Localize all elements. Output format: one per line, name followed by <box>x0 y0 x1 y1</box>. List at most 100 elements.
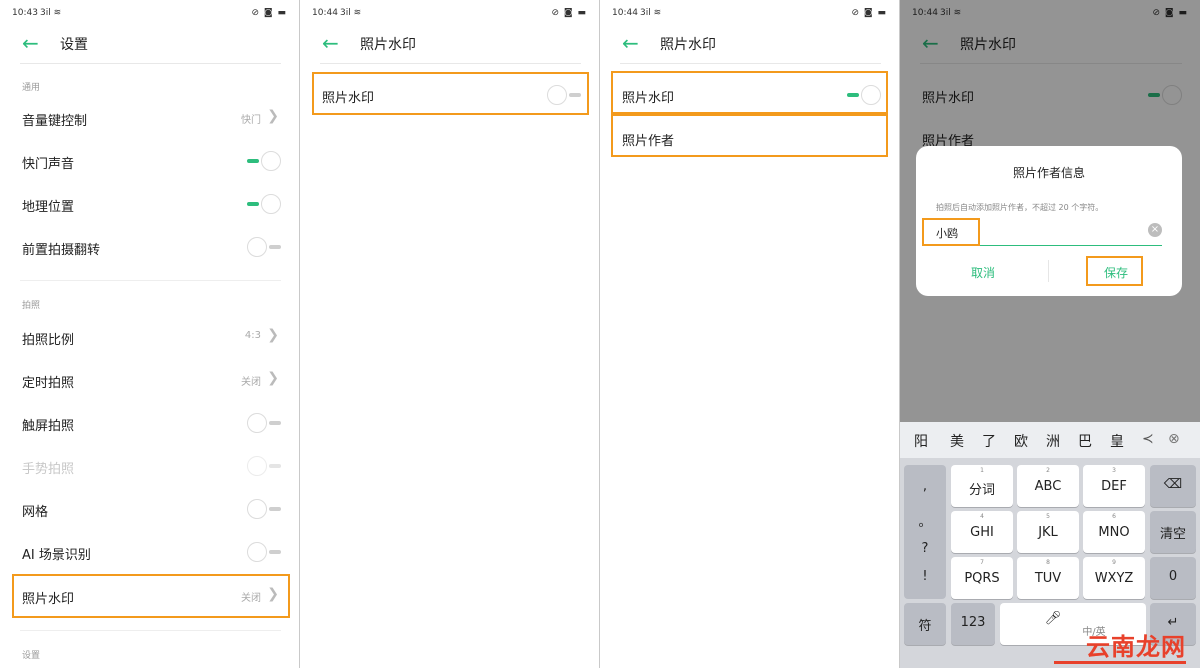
dialog-hint: 拍照后自动添加照片作者，不超过 20 个字符。 <box>936 203 1104 212</box>
key-label: JKL <box>1038 525 1058 540</box>
shutter-sound-toggle[interactable] <box>247 151 281 171</box>
row-label: 前置拍摄翻转 <box>22 243 101 258</box>
backspace-key[interactable]: ⌫ <box>1150 465 1196 507</box>
key-3[interactable]: 3 DEF <box>1083 465 1145 507</box>
row-label: 音量键控制 <box>22 114 88 129</box>
row-label: 网格 <box>22 505 49 520</box>
zero-key[interactable]: 0 <box>1150 557 1196 599</box>
highlight-box <box>922 218 980 246</box>
clear-key[interactable]: 清空 <box>1150 511 1196 553</box>
ai-scene-toggle[interactable] <box>247 542 281 562</box>
row-value: 关闭 <box>241 377 261 388</box>
close-keyboard-icon[interactable]: ⊗ <box>1168 431 1180 447</box>
key-label: 分词 <box>968 483 995 498</box>
key-9[interactable]: 9 WXYZ <box>1083 557 1145 599</box>
chevron-right-icon: ❯ <box>267 108 279 124</box>
key-number: 6 <box>1112 513 1116 520</box>
punct-key[interactable]: ? <box>904 541 946 556</box>
key-label: TUV <box>1034 571 1062 586</box>
clear-icon[interactable]: × <box>1148 223 1162 237</box>
row-label: 定时拍照 <box>22 376 75 391</box>
row-gesture-shot: 手势拍照 <box>0 446 299 486</box>
status-bar: 10:43 3il ≋ ⊘ ◙ ▬ <box>12 8 287 22</box>
page-title: 设置 <box>60 37 88 53</box>
punct-key[interactable]: , <box>904 479 946 494</box>
cancel-button[interactable]: 取消 <box>971 264 995 281</box>
signal-icon: 3il ≋ <box>340 8 362 18</box>
front-flip-toggle[interactable] <box>247 237 281 257</box>
row-grid: 网格 <box>0 489 299 529</box>
back-arrow-icon[interactable]: ← <box>22 32 39 54</box>
row-label: 手势拍照 <box>22 462 75 477</box>
key-4[interactable]: 4 GHI <box>951 511 1013 553</box>
header-divider <box>20 63 281 64</box>
key-label: MNO <box>1098 525 1130 540</box>
settings-screen: 10:43 3il ≋ ⊘ ◙ ▬ ← 设置 通用 音量键控制 快门 ❯ 快门声… <box>0 0 300 668</box>
status-time: 10:43 <box>12 8 38 18</box>
row-label: 地理位置 <box>22 200 75 215</box>
key-label: 符 <box>918 619 932 634</box>
candidate-word[interactable]: 美 <box>950 431 964 451</box>
header: ← 设置 <box>0 30 299 58</box>
gesture-shot-toggle <box>247 456 281 476</box>
screenshot-collage: 10:43 3il ≋ ⊘ ◙ ▬ ← 设置 通用 音量键控制 快门 ❯ 快门声… <box>0 0 1200 668</box>
candidate-word[interactable]: 了 <box>982 431 996 451</box>
key-7[interactable]: 7 PQRS <box>951 557 1013 599</box>
watermark-screen-off: 10:44 3il ≋ ⊘ ◙ ▬ ← 照片水印 照片水印 <box>300 0 600 668</box>
section-divider <box>20 280 281 281</box>
punctuation-column[interactable]: , 。 ? ! <box>904 465 946 599</box>
candidate-word[interactable]: 皇 <box>1110 431 1124 451</box>
author-dialog: 照片作者信息 拍照后自动添加照片作者，不超过 20 个字符。 小鸥 × 取消 保… <box>916 146 1182 296</box>
key-5[interactable]: 5 JKL <box>1017 511 1079 553</box>
status-bar: 10:44 3il ≋ ⊘ ◙ ▬ <box>312 8 587 22</box>
punct-key[interactable]: 。 <box>904 511 946 530</box>
touch-shot-toggle[interactable] <box>247 413 281 433</box>
page-title: 照片水印 <box>360 37 416 53</box>
back-arrow-icon[interactable]: ← <box>322 32 339 54</box>
site-watermark: 云南龙网 <box>1086 632 1186 661</box>
key-6[interactable]: 6 MNO <box>1083 511 1145 553</box>
key-label: DEF <box>1101 479 1127 494</box>
row-location: 地理位置 <box>0 184 299 224</box>
section-divider <box>20 630 281 631</box>
collapse-icon[interactable]: ≺ <box>1142 431 1154 447</box>
candidate-word[interactable]: 洲 <box>1046 431 1060 451</box>
grid-toggle[interactable] <box>247 499 281 519</box>
row-label: 快门声音 <box>22 157 75 172</box>
backspace-icon: ⌫ <box>1163 477 1183 492</box>
highlight-box <box>1086 256 1143 286</box>
candidate-word[interactable]: 阳 <box>914 431 928 451</box>
location-toggle[interactable] <box>247 194 281 214</box>
back-arrow-icon[interactable]: ← <box>622 32 639 54</box>
candidate-word[interactable]: 巴 <box>1078 431 1092 451</box>
key-2[interactable]: 2 ABC <box>1017 465 1079 507</box>
row-volume-key[interactable]: 音量键控制 快门 ❯ <box>0 98 299 138</box>
highlight-box <box>611 71 888 114</box>
header-divider <box>620 63 881 64</box>
watermark-screen-on: 10:44 3il ≋ ⊘ ◙ ▬ ← 照片水印 照片水印 照片作者 <box>600 0 900 668</box>
key-8[interactable]: 8 TUV <box>1017 557 1079 599</box>
key-1[interactable]: 1 分词 <box>951 465 1013 507</box>
row-ratio[interactable]: 拍照比例 4:3 ❯ <box>0 317 299 357</box>
key-number: 8 <box>1046 559 1050 566</box>
candidate-bar: 阳 美 了 欧 洲 巴 皇 ≺ ⊗ <box>900 422 1200 458</box>
row-touch-shot: 触屏拍照 <box>0 403 299 443</box>
key-number: 5 <box>1046 513 1050 520</box>
row-timer[interactable]: 定时拍照 关闭 ❯ <box>0 360 299 400</box>
section-label-settings: 设置 <box>22 651 41 661</box>
key-label: GHI <box>970 525 994 540</box>
author-dialog-screen: 10:44 3il ≋ ⊘ ◙ ▬ ← 照片水印 照片水印 照片作者 照片作者信… <box>900 0 1200 668</box>
row-value: 快门 <box>241 115 261 126</box>
section-label-general: 通用 <box>22 83 41 93</box>
row-shutter-sound: 快门声音 <box>0 141 299 181</box>
chevron-right-icon: ❯ <box>267 327 279 343</box>
punct-key[interactable]: ! <box>904 569 946 584</box>
row-label: 触屏拍照 <box>22 419 75 434</box>
highlight-box <box>312 72 589 115</box>
candidate-word[interactable]: 欧 <box>1014 431 1028 451</box>
header-divider <box>320 63 581 64</box>
dialog-button-divider <box>1048 260 1049 282</box>
symbol-key[interactable]: 符 <box>904 603 946 645</box>
row-label: 拍照比例 <box>22 333 75 348</box>
key-number: 2 <box>1046 467 1050 474</box>
